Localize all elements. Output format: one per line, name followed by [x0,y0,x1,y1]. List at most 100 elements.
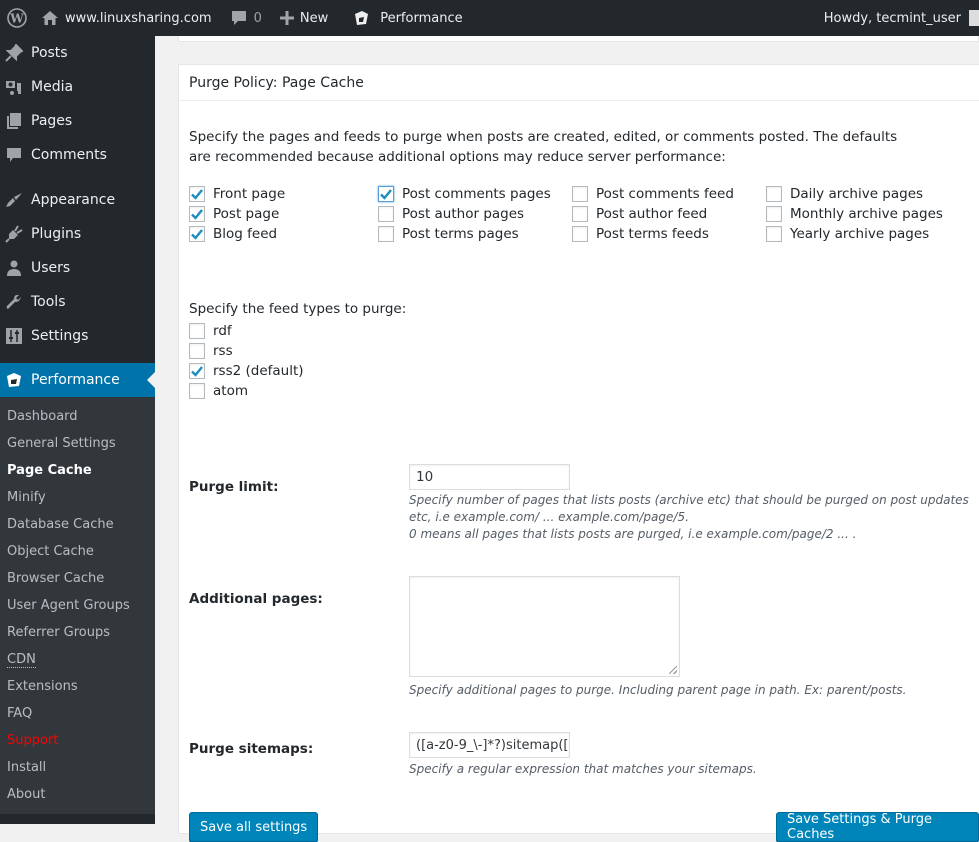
submenu-dashboard[interactable]: Dashboard [0,403,155,430]
purge-options-column: Post comments pages Post author pages Post… [378,184,572,244]
purge-option[interactable]: Daily archive pages [766,184,966,204]
purge-option[interactable]: Post comments feed [572,184,766,204]
checkbox-label: rdf [213,323,232,339]
submenu-page-cache[interactable]: Page Cache [0,457,155,484]
purge-option[interactable]: Yearly archive pages [766,224,966,244]
performance-submenu: Dashboard General Settings Page Cache Mi… [0,397,155,814]
checkbox[interactable] [572,186,588,202]
checkbox[interactable] [189,383,205,399]
wordpress-icon: W [7,8,27,28]
performance-link[interactable]: Performance [345,0,469,36]
feed-type-option[interactable]: rss2 (default) [189,361,304,381]
sidebar-item-users[interactable]: Users [0,251,155,285]
purge-limit-input[interactable]: 10 [409,464,570,490]
sidebar-item-label: Users [31,260,71,276]
submenu-referrer-groups[interactable]: Referrer Groups [0,619,155,646]
purge-option[interactable]: Post comments pages [378,184,572,204]
checkbox-label: Post author feed [596,206,708,222]
my-account[interactable]: Howdy, tecmint_user [824,0,979,36]
checkbox[interactable] [378,186,394,202]
feed-type-option[interactable]: rss [189,341,304,361]
purge-sitemaps-hint: Specify a regular expression that matche… [409,762,757,776]
sidebar-item-performance[interactable]: Performance [0,363,155,397]
submenu-install[interactable]: Install [0,754,155,781]
purge-option[interactable]: Post author feed [572,204,766,224]
avatar [969,10,979,26]
greeting: Howdy, tecmint_user [823,10,961,26]
checkbox-label: Daily archive pages [790,186,924,202]
postbox-title: Purge Policy: Page Cache [189,74,364,91]
site-name-link[interactable]: www.linuxsharing.com [34,0,219,36]
save-and-purge-button[interactable]: Save Settings & Purge Caches [776,812,979,842]
svg-text:W: W [9,12,24,26]
checkbox[interactable] [766,206,782,222]
purge-option[interactable]: Front page [189,184,378,204]
sidebar-item-pages[interactable]: Pages [0,104,155,138]
checkbox[interactable] [189,186,205,202]
sidebar-item-media[interactable]: Media [0,70,155,104]
checkbox[interactable] [189,323,205,339]
checkbox[interactable] [189,343,205,359]
media-icon [4,77,24,97]
home-icon [42,11,58,25]
new-content-link[interactable]: New [273,0,335,36]
submenu-user-agent-groups[interactable]: User Agent Groups [0,592,155,619]
additional-pages-textarea[interactable] [409,576,680,677]
submenu-faq[interactable]: FAQ [0,700,155,727]
checkbox[interactable] [189,206,205,222]
previous-postbox-edge [178,36,979,42]
checkbox[interactable] [378,226,394,242]
user-icon [4,258,24,278]
submenu-extensions[interactable]: Extensions [0,673,155,700]
feed-type-option[interactable]: atom [189,381,304,401]
sidebar-item-posts[interactable]: Posts [0,36,155,70]
submenu-browser-cache[interactable]: Browser Cache [0,565,155,592]
submenu-cdn[interactable]: CDN [0,646,155,673]
checkbox[interactable] [189,226,205,242]
submenu-object-cache[interactable]: Object Cache [0,538,155,565]
submenu-minify[interactable]: Minify [0,484,155,511]
feed-type-option[interactable]: rdf [189,321,304,341]
paintbrush-icon [4,190,24,210]
menu-separator [0,172,155,183]
purge-option[interactable]: Post terms pages [378,224,572,244]
purge-sitemaps-input[interactable]: ([a-z0-9_\-]*?)sitemap([a [409,732,570,758]
sidebar-item-plugins[interactable]: Plugins [0,217,155,251]
plugin-icon [4,224,24,244]
purge-limit-label: Purge limit: [189,479,279,495]
wordpress-logo-button[interactable]: W [0,0,34,36]
submenu-about[interactable]: About [0,781,155,808]
sidebar-item-label: Performance [31,372,120,388]
checkbox[interactable] [766,186,782,202]
sidebar-item-label: Comments [31,147,107,163]
purge-option[interactable]: Post terms feeds [572,224,766,244]
checkmark-icon [191,189,203,200]
purge-sitemaps-label: Purge sitemaps: [189,741,314,757]
comments-link[interactable]: 0 [223,0,269,36]
performance-icon [355,11,369,25]
purge-option[interactable]: Post page [189,204,378,224]
checkbox[interactable] [189,363,205,379]
resize-handle-icon[interactable] [669,666,677,674]
save-all-settings-button[interactable]: Save all settings [189,812,319,842]
checkbox[interactable] [766,226,782,242]
checkbox[interactable] [572,206,588,222]
sidebar-item-comments[interactable]: Comments [0,138,155,172]
sidebar-item-appearance[interactable]: Appearance [0,183,155,217]
submenu-support[interactable]: Support [0,727,155,754]
submenu-database-cache[interactable]: Database Cache [0,511,155,538]
checkbox[interactable] [378,206,394,222]
submenu-label: Support [7,733,59,748]
sidebar-item-settings[interactable]: Settings [0,319,155,353]
purge-option[interactable]: Blog feed [189,224,378,244]
purge-limit-hint: Specify number of pages that lists posts… [409,493,969,524]
checkbox-label: rss [213,343,233,359]
purge-option[interactable]: Post author pages [378,204,572,224]
purge-option[interactable]: Monthly archive pages [766,204,966,224]
checkbox-label: Post author pages [402,206,525,222]
submenu-label: Extensions [7,679,78,694]
sidebar-item-tools[interactable]: Tools [0,285,155,319]
submenu-general-settings[interactable]: General Settings [0,430,155,457]
purge-description: Specify the pages and feeds to purge whe… [189,129,898,165]
checkbox[interactable] [572,226,588,242]
